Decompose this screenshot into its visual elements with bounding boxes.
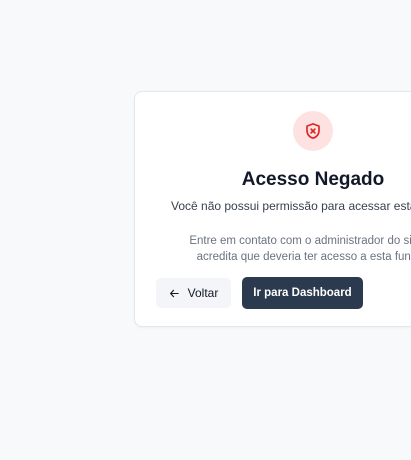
shield-x-icon (293, 111, 333, 151)
contact-admin-line-1: Entre em contato com o administrador do … (189, 235, 411, 247)
arrow-left-icon (169, 289, 179, 297)
dashboard-button-label: Ir para Dashboard (253, 287, 352, 299)
access-denied-card: Acesso Negado Você não possui permissão … (134, 91, 411, 327)
contact-admin-line-2: acredita que deveria ter acesso a esta f… (196, 251, 411, 263)
contact-admin-message: Entre em contato com o administrador do … (135, 233, 411, 265)
go-to-dashboard-button[interactable]: Ir para Dashboard (242, 277, 363, 309)
back-button[interactable]: Voltar (156, 278, 231, 308)
access-denied-message: Você não possui permissão para acessar e… (171, 199, 411, 213)
page: Acesso Negado Você não possui permissão … (0, 0, 411, 460)
back-button-label: Voltar (187, 286, 219, 300)
page-title: Acesso Negado (241, 169, 385, 190)
